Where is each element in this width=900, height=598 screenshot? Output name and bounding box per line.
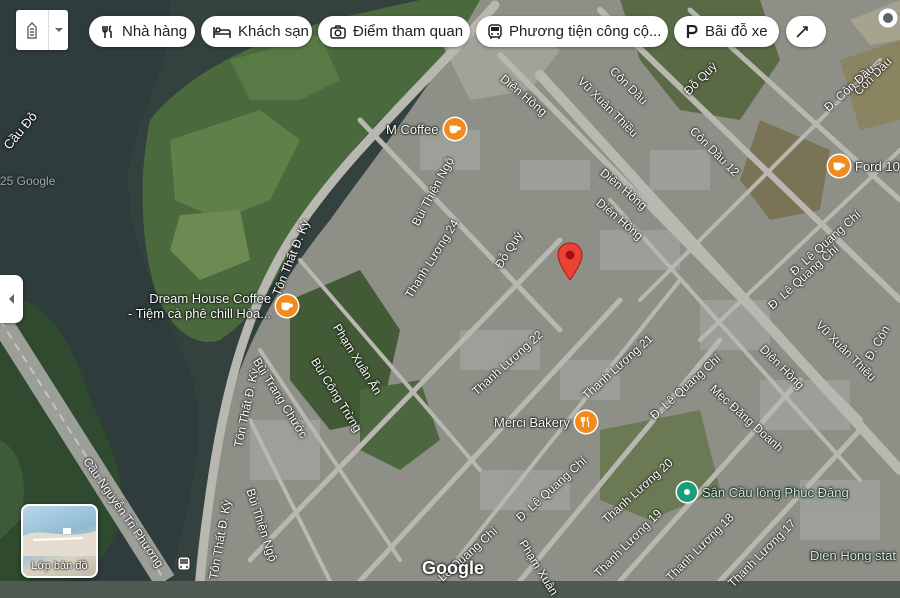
google-logo: Google bbox=[422, 558, 484, 578]
coffee-icon bbox=[443, 118, 466, 140]
chip-label: Phương tiện công cộ... bbox=[509, 23, 662, 40]
more-categories-icon bbox=[796, 25, 808, 38]
poi-label: Dream House Coffee bbox=[149, 291, 272, 306]
layer-button-label: Lớp bản đồ bbox=[31, 560, 88, 572]
map-layers-button[interactable]: Lớp bản đồ bbox=[21, 504, 98, 578]
pegman-icon[interactable] bbox=[876, 6, 900, 34]
poi-label: Ford 10 bbox=[855, 158, 900, 174]
poi-ford-10[interactable]: Ford 10 bbox=[828, 155, 900, 177]
restaurant-icon bbox=[102, 24, 112, 38]
poi-label: Dien Hong stat bbox=[810, 548, 896, 563]
saved-places-control[interactable] bbox=[16, 10, 68, 50]
building-icon[interactable] bbox=[16, 10, 49, 50]
layers-thumbnail bbox=[23, 528, 96, 556]
chevron-down-icon[interactable] bbox=[49, 10, 68, 50]
poi-label: Merci Bakery bbox=[494, 414, 570, 430]
chip-hotels[interactable]: Khách sạn bbox=[201, 16, 312, 47]
collapse-panel-button[interactable] bbox=[0, 275, 23, 323]
poi-badminton-court[interactable]: Sân Cầu lông Phúc Đăng bbox=[677, 482, 849, 502]
chip-label: Bãi đỗ xe bbox=[705, 23, 768, 40]
chip-more[interactable] bbox=[786, 16, 826, 47]
poi-m-coffee[interactable]: M Coffee bbox=[386, 118, 466, 140]
location-pin-icon[interactable] bbox=[557, 242, 583, 287]
water-label-ghost: 25 Google bbox=[0, 174, 56, 188]
poi-label: Sân Cầu lông Phúc Đăng bbox=[702, 484, 849, 500]
coffee-icon bbox=[828, 155, 850, 177]
poi-merci-bakery[interactable]: Merci Bakery bbox=[494, 411, 597, 433]
coffee-icon bbox=[276, 295, 299, 317]
parking-icon bbox=[686, 24, 698, 38]
poi-sublabel: - Tiệm cà phê chill Hòa... bbox=[128, 306, 272, 321]
chevron-left-icon bbox=[8, 294, 14, 304]
chip-label: Điểm tham quan bbox=[353, 23, 464, 40]
chip-parking[interactable]: Bãi đỗ xe bbox=[674, 16, 779, 47]
bus-icon bbox=[488, 23, 502, 39]
transit-stop-icon[interactable] bbox=[174, 554, 194, 574]
chip-restaurants[interactable]: Nhà hàng bbox=[89, 16, 195, 47]
chip-label: Nhà hàng bbox=[122, 23, 188, 40]
poi-label: M Coffee bbox=[386, 121, 439, 137]
chip-label: Khách sạn bbox=[238, 23, 309, 40]
chip-public-transit[interactable]: Phương tiện công cộ... bbox=[476, 16, 668, 47]
poi-dream-house-coffee[interactable]: Dream House Coffee - Tiệm cà phê chill H… bbox=[128, 291, 299, 321]
chip-attractions[interactable]: Điểm tham quan bbox=[318, 16, 470, 47]
hotel-icon bbox=[213, 26, 231, 38]
sports-icon bbox=[677, 482, 697, 502]
poi-dien-hong-station[interactable]: Dien Hong stat bbox=[810, 548, 896, 563]
fork-knife-icon bbox=[574, 411, 597, 433]
camera-icon bbox=[330, 24, 346, 39]
